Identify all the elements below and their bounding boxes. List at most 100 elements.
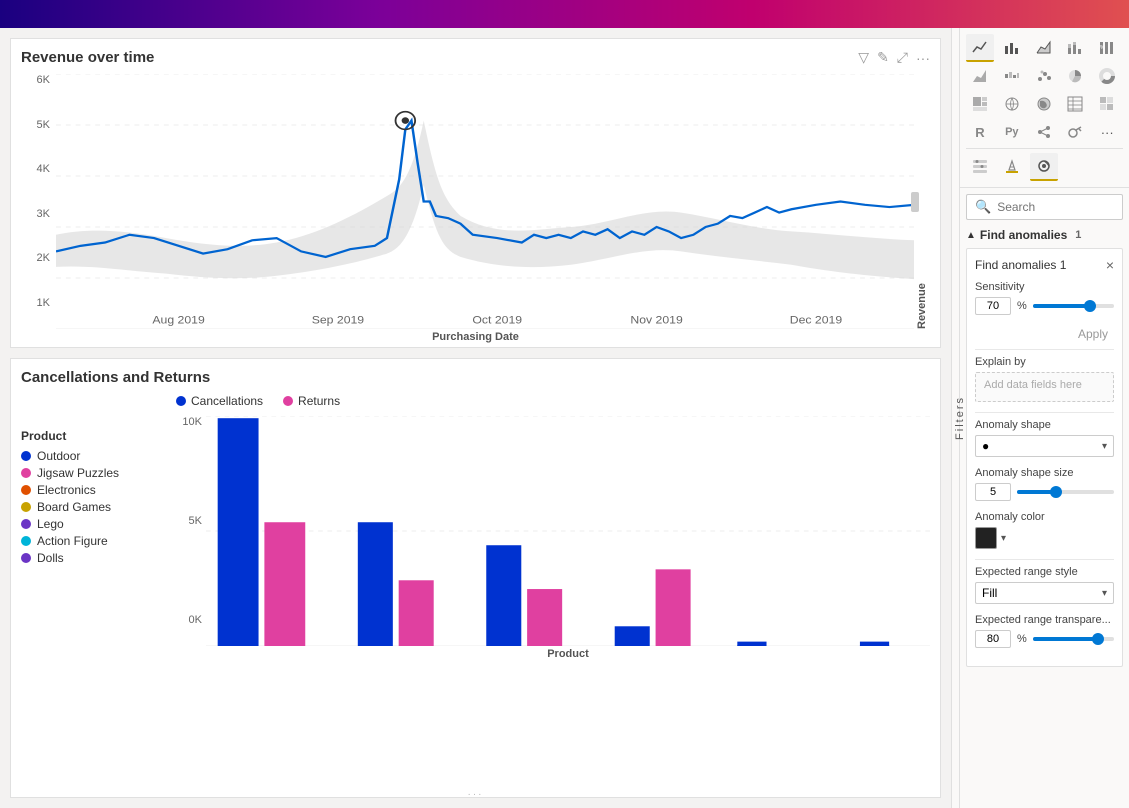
viz-icon-analytics[interactable] <box>1030 153 1058 181</box>
product-list: Product Outdoor Jigsaw Puzzles Electroni… <box>21 429 119 568</box>
product-dot-outdoor <box>21 451 31 461</box>
viz-icon-waterfall[interactable] <box>998 62 1026 90</box>
viz-toolbar: % <box>960 28 1129 188</box>
viz-icon-treemap[interactable] <box>966 90 994 118</box>
color-dropdown-arrow[interactable]: ▾ <box>1001 533 1006 544</box>
viz-icon-stackedbar[interactable] <box>1061 34 1089 62</box>
apply-button[interactable]: Apply <box>1072 325 1114 343</box>
product-dot-lego <box>21 519 31 529</box>
product-item-boardgames: Board Games <box>21 500 119 514</box>
explain-by-dropzone[interactable]: Add data fields here <box>975 372 1114 402</box>
legend-cancellations-label: Cancellations <box>191 394 263 408</box>
transparency-pct: % <box>1017 633 1027 645</box>
product-dot-actionfigure <box>21 536 31 546</box>
anomaly-size-track[interactable] <box>1017 490 1114 494</box>
sensitivity-fill <box>1033 304 1090 308</box>
anomaly-size-slider-row <box>975 483 1114 501</box>
expected-range-transparency-label: Expected range transpare... <box>975 614 1114 626</box>
bar-chart-plot: Outdoor Electronics Jigsaw Puzzles Board… <box>206 416 930 646</box>
anomaly-size-label: Anomaly shape size <box>975 467 1114 479</box>
chevron-icon[interactable]: ▲ <box>966 230 976 241</box>
sensitivity-pct: % <box>1017 300 1027 312</box>
top-bar <box>0 0 1129 28</box>
divider-1 <box>975 349 1114 350</box>
close-button[interactable]: × <box>1106 257 1114 273</box>
viz-icon-ribbon[interactable] <box>966 62 994 90</box>
anomaly-shape-setting: Anomaly shape ● ▾ <box>975 419 1114 457</box>
product-name-outdoor: Outdoor <box>37 449 80 463</box>
viz-icon-matrix[interactable] <box>1093 90 1121 118</box>
bar-y-10k: 10K <box>176 416 202 428</box>
svg-text:Aug 2019: Aug 2019 <box>152 314 204 326</box>
filters-toggle[interactable]: Filters <box>951 28 959 808</box>
anomaly-shape-label: Anomaly shape <box>975 419 1114 431</box>
bar-jigsaw-cancellations <box>486 545 521 646</box>
viz-icon-100pct[interactable]: % <box>1093 34 1121 62</box>
anomaly-color-setting: Anomaly color ▾ <box>975 511 1114 549</box>
product-name-boardgames: Board Games <box>37 500 111 514</box>
viz-icon-slicer[interactable] <box>966 153 994 181</box>
bottom-resize-handle[interactable]: ··· <box>461 791 491 797</box>
svg-text:Dec 2019: Dec 2019 <box>790 314 842 326</box>
product-dot-jigsaw <box>21 468 31 478</box>
bar-svg: Outdoor Electronics Jigsaw Puzzles Board… <box>206 416 930 646</box>
y-axis: 6K 5K 4K 3K 2K 1K <box>21 74 56 329</box>
anomaly-card-header: Find anomalies 1 × <box>975 257 1114 273</box>
viz-icon-map[interactable] <box>998 90 1026 118</box>
svg-text:Nov 2019: Nov 2019 <box>630 314 682 326</box>
sensitivity-track[interactable] <box>1033 304 1114 308</box>
viz-icon-linechart[interactable] <box>966 34 994 62</box>
expected-range-transparency-setting: Expected range transpare... % <box>975 614 1114 648</box>
anomaly-shape-dropdown[interactable]: ● ▾ <box>975 435 1114 457</box>
viz-icon-pie[interactable] <box>1061 62 1089 90</box>
bar-y-5k: 5K <box>176 515 202 527</box>
sensitivity-setting: Sensitivity % <box>975 281 1114 315</box>
viz-icon-more-visuals[interactable]: ··· <box>1093 118 1121 146</box>
anomaly-card-title: Find anomalies 1 <box>975 258 1066 272</box>
anomaly-size-input[interactable] <box>975 483 1011 501</box>
expected-range-style-dropdown[interactable]: Fill ▾ <box>975 582 1114 604</box>
viz-icon-donut[interactable] <box>1093 62 1121 90</box>
y-label-4k: 4K <box>21 163 50 175</box>
content-area: Revenue over time ▽ ✎ ⤢ ··· 6K 5K 4K 3K … <box>0 28 951 808</box>
viz-icon-table[interactable] <box>1061 90 1089 118</box>
viz-icon-filled-map[interactable] <box>1030 90 1058 118</box>
bar-outdoor-cancellations <box>218 418 259 646</box>
legend-returns-label: Returns <box>298 394 340 408</box>
viz-icon-key-influencers[interactable] <box>1061 118 1089 146</box>
filter-icon[interactable]: ▽ <box>856 47 871 68</box>
bar-y-0k: 0K <box>176 614 202 626</box>
viz-icon-scatter[interactable] <box>1030 62 1058 90</box>
anomaly-color-swatch[interactable] <box>975 527 997 549</box>
dropdown-arrow-shape: ▾ <box>1102 441 1107 452</box>
y-axis-label: Revenue <box>914 74 930 329</box>
product-item-electronics: Electronics <box>21 483 119 497</box>
viz-icon-r-visual[interactable]: R <box>966 118 994 146</box>
edit-icon[interactable]: ✎ <box>875 47 891 68</box>
viz-icon-areachart[interactable] <box>1030 34 1058 62</box>
explain-by-setting: Explain by Add data fields here <box>975 356 1114 402</box>
anomaly-size-thumb[interactable] <box>1050 486 1062 498</box>
sensitivity-thumb[interactable] <box>1084 300 1096 312</box>
main-area: Revenue over time ▽ ✎ ⤢ ··· 6K 5K 4K 3K … <box>0 28 1129 808</box>
legend-cancellations: Cancellations <box>176 394 263 408</box>
search-input[interactable] <box>997 200 1114 214</box>
search-box[interactable]: 🔍 <box>966 194 1123 220</box>
product-dot-boardgames <box>21 502 31 512</box>
y-label-6k: 6K <box>21 74 50 86</box>
product-name-jigsaw: Jigsaw Puzzles <box>37 466 119 480</box>
expected-range-transparency-thumb[interactable] <box>1092 633 1104 645</box>
expand-icon[interactable]: ⤢ <box>895 47 910 68</box>
revenue-svg: Aug 2019 Sep 2019 Oct 2019 Nov 2019 Dec … <box>56 74 914 329</box>
expected-range-transparency-track[interactable] <box>1033 637 1114 641</box>
more-icon[interactable]: ··· <box>914 48 932 68</box>
anomaly-card: Find anomalies 1 × Sensitivity % <box>966 248 1123 667</box>
sensitivity-input[interactable] <box>975 297 1011 315</box>
viz-icon-format[interactable] <box>998 153 1026 181</box>
viz-icon-python[interactable]: Py <box>998 118 1026 146</box>
viz-icon-barchart[interactable] <box>998 34 1026 62</box>
expected-range-transparency-input[interactable] <box>975 630 1011 648</box>
bar-boardgames-returns <box>656 569 691 646</box>
y-label-5k: 5K <box>21 119 50 131</box>
viz-icon-decomp-tree[interactable] <box>1030 118 1058 146</box>
